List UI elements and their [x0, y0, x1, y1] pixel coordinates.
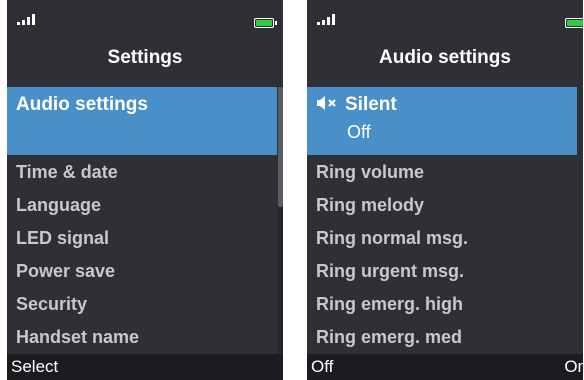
- menu-item-power-save[interactable]: Power save: [7, 255, 277, 288]
- settings-screen: Settings Audio settings Time & date Lang…: [7, 0, 283, 380]
- softkey-off[interactable]: Off: [311, 357, 333, 377]
- status-bar: [307, 0, 583, 34]
- scrollbar[interactable]: [278, 87, 283, 362]
- audio-settings-screen: Audio settings Silent Off Ring volume Ri…: [307, 0, 583, 380]
- page-title: Settings: [107, 47, 183, 68]
- scrollbar-thumb[interactable]: [278, 87, 283, 207]
- menu-item-ring-emerg-med[interactable]: Ring emerg. med: [307, 321, 577, 354]
- softkey-bar: Select: [7, 354, 283, 380]
- settings-menu-list: Time & date Language LED signal Power sa…: [7, 156, 277, 354]
- menu-item-led-signal[interactable]: LED signal: [7, 222, 277, 255]
- softkey-on[interactable]: On: [564, 357, 583, 377]
- battery-icon: [565, 18, 583, 28]
- status-bar: [7, 0, 283, 34]
- battery-icon: [254, 18, 277, 28]
- menu-item-handset-name[interactable]: Handset name: [7, 321, 277, 354]
- signal-strength-icon: [317, 13, 343, 25]
- page-title: Audio settings: [379, 47, 511, 68]
- softkey-bar: Off On: [307, 354, 583, 380]
- menu-item-ring-volume[interactable]: Ring volume: [307, 156, 577, 189]
- menu-item-ring-melody[interactable]: Ring melody: [307, 189, 577, 222]
- menu-item-audio-settings[interactable]: Audio settings: [7, 87, 277, 155]
- menu-item-ring-emerg-high[interactable]: Ring emerg. high: [307, 288, 577, 321]
- menu-item-silent[interactable]: Silent Off: [307, 87, 577, 155]
- menu-item-time-date[interactable]: Time & date: [7, 156, 277, 189]
- menu-item-language[interactable]: Language: [7, 189, 277, 222]
- menu-item-security[interactable]: Security: [7, 288, 277, 321]
- speaker-muted-icon: [317, 96, 336, 110]
- menu-item-label: Audio settings: [16, 94, 148, 115]
- menu-item-ring-normal-msg[interactable]: Ring normal msg.: [307, 222, 577, 255]
- menu-item-label: Silent: [345, 94, 397, 115]
- audio-settings-list: Ring volume Ring melody Ring normal msg.…: [307, 156, 577, 354]
- menu-item-ring-urgent-msg[interactable]: Ring urgent msg.: [307, 255, 577, 288]
- signal-strength-icon: [17, 13, 43, 25]
- softkey-select[interactable]: Select: [11, 357, 58, 377]
- menu-item-value: Off: [347, 122, 371, 142]
